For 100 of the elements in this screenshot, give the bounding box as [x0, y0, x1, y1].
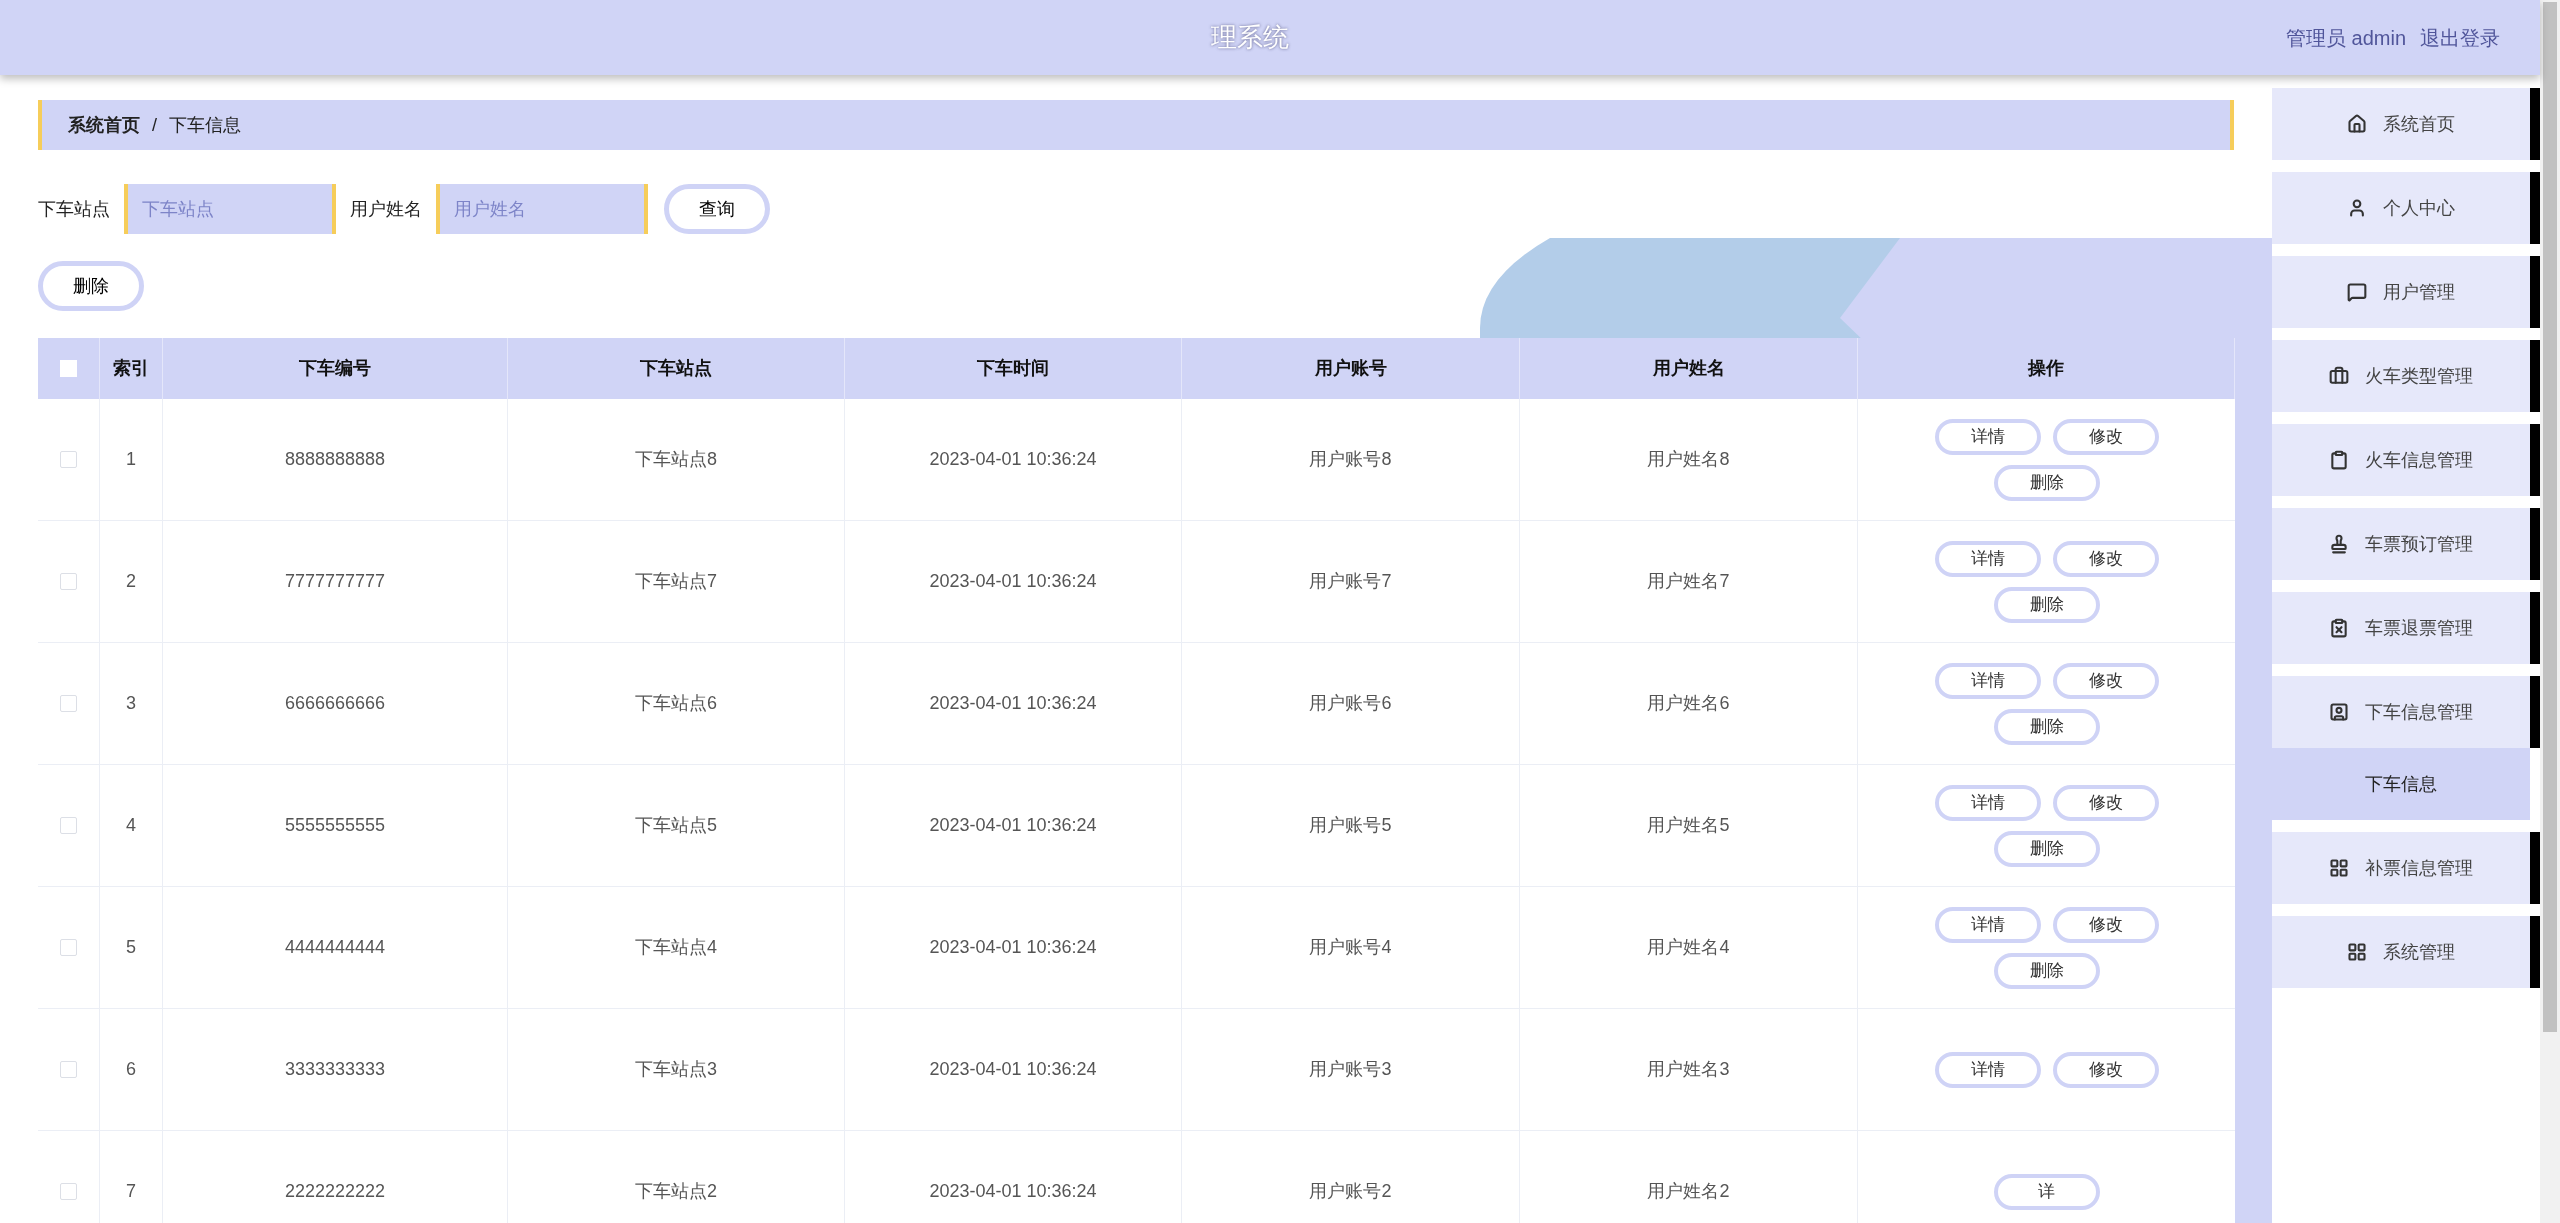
details-button[interactable]: 详情 — [1934, 784, 2041, 821]
logout-link[interactable]: 退出登录 — [2420, 22, 2500, 53]
edit-button[interactable]: 修改 — [2052, 1051, 2159, 1088]
person-icon — [2329, 702, 2349, 722]
clipboard-x-icon — [2329, 618, 2349, 638]
accent-bar — [2530, 172, 2540, 244]
table-cell-text: 2023-04-01 10:36:24 — [929, 936, 1097, 959]
sidebar-item[interactable]: 火车类型管理 — [2272, 340, 2530, 412]
table-cell-text: 2222222222 — [284, 1180, 386, 1203]
chat-icon — [2347, 282, 2367, 302]
person-icon — [2347, 198, 2367, 218]
briefcase-icon — [2329, 366, 2349, 386]
edit-button[interactable]: 修改 — [2052, 662, 2159, 699]
table-cell-text: 2 — [126, 570, 136, 593]
field-label: 用户姓名 — [350, 197, 422, 221]
column-header: 下车编号 — [163, 338, 508, 399]
edit-button[interactable]: 修改 — [2052, 418, 2159, 455]
search-field[interactable]: 用户姓名 — [436, 184, 648, 234]
details-button[interactable]: 详情 — [1934, 662, 2041, 699]
table-cell-text: 用户姓名4 — [1647, 936, 1730, 959]
row-checkbox[interactable] — [60, 695, 77, 712]
table-cell-text: 下车站点4 — [635, 936, 717, 959]
sidebar-item[interactable]: 车票预订管理 — [2272, 508, 2530, 580]
table-cell-text: 4444444444 — [284, 936, 386, 959]
row-checkbox[interactable] — [60, 573, 77, 590]
table-cell-text: 4 — [126, 814, 136, 837]
accent-bar — [2530, 676, 2540, 748]
edit-button[interactable]: 修改 — [2052, 906, 2159, 943]
user-label: 管理员 admin — [2285, 25, 2406, 51]
edit-button[interactable]: 修改 — [2052, 784, 2159, 821]
delete-button[interactable]: 删除 — [1993, 708, 2100, 745]
column-header: 索引 — [100, 338, 163, 399]
table-cell-text: 用户姓名3 — [1647, 1058, 1730, 1081]
sidebar-item[interactable]: 下车信息管理 — [2272, 676, 2530, 748]
row-checkbox[interactable] — [60, 1061, 77, 1078]
table-cell-text: 5 — [126, 936, 136, 959]
accent-bar — [2530, 340, 2540, 412]
table-cell-text: 下车站点6 — [635, 692, 717, 715]
delete-button[interactable]: 删除 — [38, 261, 144, 311]
sidebar-item[interactable]: 个人中心 — [2272, 172, 2530, 244]
sidebar-subitem[interactable]: 下车信息 — [2272, 748, 2530, 820]
grid-icon — [2347, 942, 2367, 962]
sidebar-item[interactable]: 系统管理 — [2272, 916, 2530, 988]
column-header: 下车时间 — [845, 338, 1182, 399]
sidebar-item[interactable]: 系统首页 — [2272, 88, 2530, 160]
table-cell-text: 2023-04-01 10:36:24 — [929, 448, 1097, 471]
table-cell-text: 用户姓名2 — [1647, 1180, 1730, 1203]
table-cell-text: 用户姓名7 — [1647, 570, 1730, 593]
table-cell-text: 用户账号3 — [1309, 1058, 1392, 1081]
column-header: 用户姓名 — [1520, 338, 1858, 399]
table-cell-text: 3333333333 — [284, 1058, 386, 1081]
sidebar-item[interactable]: 补票信息管理 — [2272, 832, 2530, 904]
search-field[interactable]: 下车站点 — [124, 184, 336, 234]
clipboard-icon — [2329, 450, 2349, 470]
scrollbar-thumb[interactable] — [2543, 2, 2557, 1032]
delete-button[interactable]: 删除 — [1993, 952, 2100, 989]
delete-button[interactable]: 删除 — [1993, 586, 2100, 623]
accent-bar — [2530, 832, 2540, 904]
sidebar-item[interactable]: 车票退票管理 — [2272, 592, 2530, 664]
column-header: 操作 — [1858, 338, 2235, 399]
grid-icon — [2329, 858, 2349, 878]
table-cell-text: 下车站点7 — [635, 570, 717, 593]
details-button[interactable]: 详情 — [1934, 540, 2041, 577]
row-checkbox[interactable] — [60, 817, 77, 834]
table-cell-text: 用户账号4 — [1309, 936, 1392, 959]
table-cell-text: 7 — [126, 1180, 136, 1203]
breadcrumb-separator: / — [152, 113, 157, 137]
details-button[interactable]: 详 — [1993, 1173, 2100, 1210]
table-cell-text: 用户姓名6 — [1647, 692, 1730, 715]
table-cell-text: 用户账号8 — [1309, 448, 1392, 471]
table-cell-text: 下车站点5 — [635, 814, 717, 837]
table-cell-text: 下车站点8 — [635, 448, 717, 471]
search-button[interactable]: 查询 — [664, 184, 770, 234]
accent-bar — [2530, 916, 2540, 988]
select-all-checkbox[interactable] — [60, 360, 77, 377]
sidebar-item[interactable]: 用户管理 — [2272, 256, 2530, 328]
details-button[interactable]: 详情 — [1934, 906, 2041, 943]
table-cell-text: 用户账号5 — [1309, 814, 1392, 837]
accent-bar — [2530, 88, 2540, 160]
details-button[interactable]: 详情 — [1934, 418, 2041, 455]
sidebar-item[interactable]: 火车信息管理 — [2272, 424, 2530, 496]
house-icon — [2347, 114, 2367, 134]
breadcrumb-link[interactable]: 下车信息 — [169, 111, 241, 139]
row-checkbox[interactable] — [60, 1183, 77, 1200]
table-cell-text: 下车站点2 — [635, 1180, 717, 1203]
column-header: 下车站点 — [508, 338, 845, 399]
stamp-icon — [2329, 534, 2349, 554]
details-button[interactable]: 详情 — [1934, 1051, 2041, 1088]
delete-button[interactable]: 删除 — [1993, 830, 2100, 867]
table-cell-text: 用户姓名5 — [1647, 814, 1730, 837]
table-cell-text: 8888888888 — [284, 448, 386, 471]
row-checkbox[interactable] — [60, 451, 77, 468]
row-checkbox[interactable] — [60, 939, 77, 956]
table-cell-text: 6 — [126, 1058, 136, 1081]
table-cell-text: 下车站点3 — [635, 1058, 717, 1081]
breadcrumb-link[interactable]: 系统首页 — [68, 111, 140, 139]
table-cell-text: 2023-04-01 10:36:24 — [929, 814, 1097, 837]
table-cell-text: 用户账号6 — [1309, 692, 1392, 715]
edit-button[interactable]: 修改 — [2052, 540, 2159, 577]
delete-button[interactable]: 删除 — [1993, 464, 2100, 501]
